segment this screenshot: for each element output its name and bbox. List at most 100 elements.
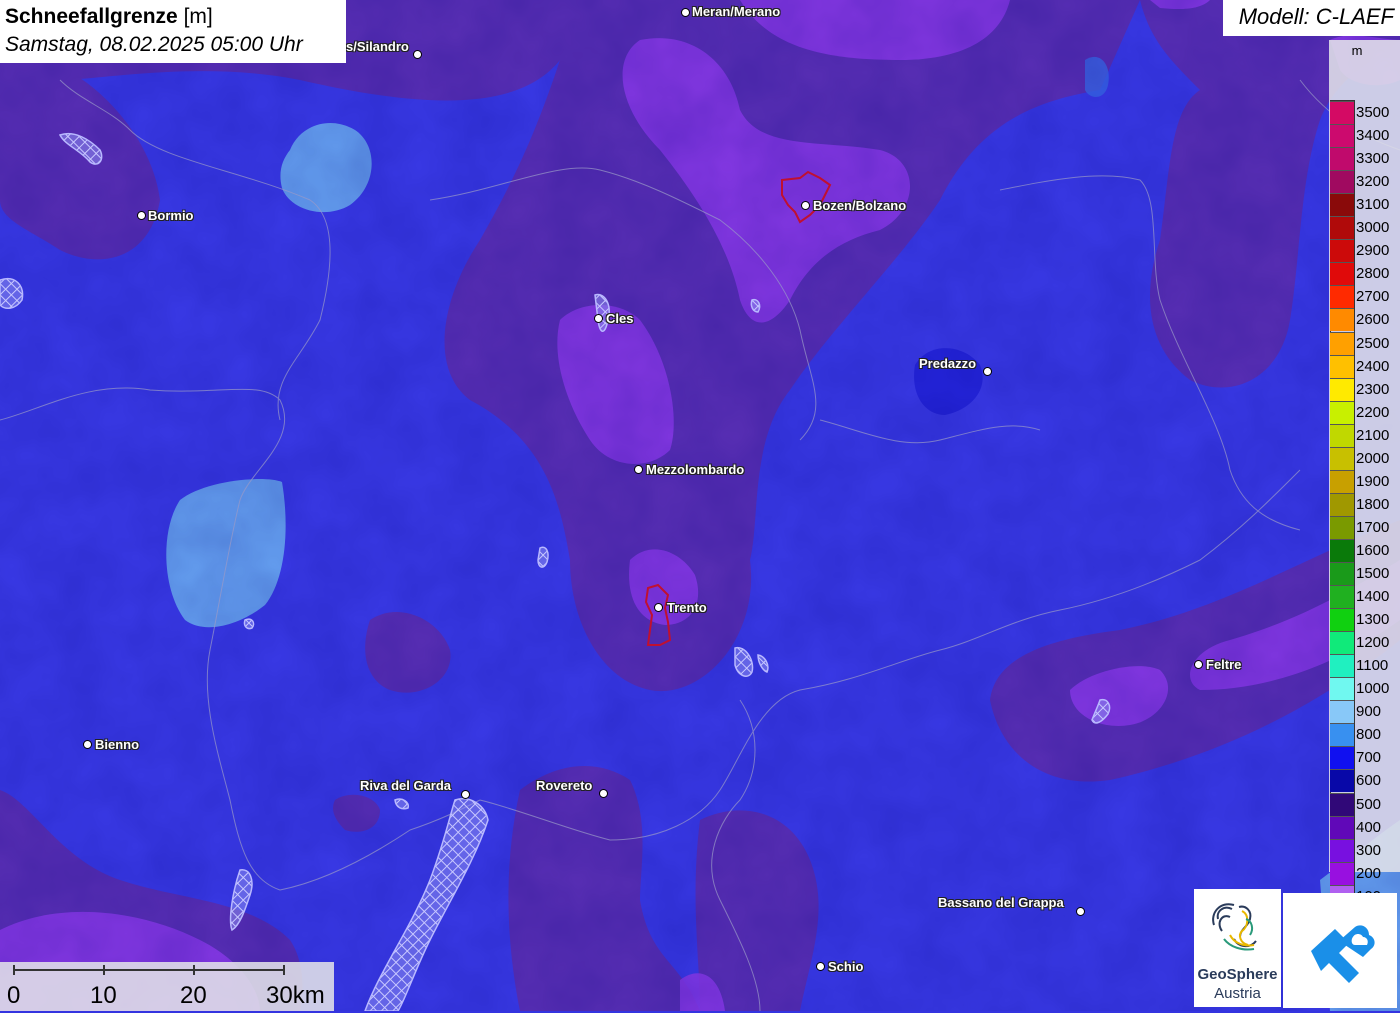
legend-label-1500: 1500 (1356, 565, 1390, 582)
legend-swatch-2600 (1330, 308, 1354, 332)
city-label: Meran/Merano (692, 4, 781, 19)
map-title-box: Schneefallgrenze [m] Samstag, 08.02.2025… (0, 0, 346, 63)
legend-label-1700: 1700 (1356, 518, 1390, 536)
geosphere-emblem-icon (1212, 903, 1257, 951)
legend-swatch-2100 (1330, 423, 1354, 447)
scale-label-10: 10 (90, 982, 117, 1009)
city-dot (983, 367, 992, 376)
legend-label-400: 400 (1356, 818, 1382, 836)
legend-label-2700: 2700 (1356, 288, 1390, 306)
legend-label-3500: 3500 (1356, 104, 1390, 121)
legend-label-2000: 2000 (1356, 449, 1390, 467)
city-dot (83, 740, 92, 749)
legend-swatch-2000 (1330, 446, 1354, 470)
city-dot (1194, 660, 1203, 669)
city-dot (816, 962, 825, 971)
app-logo-icon (1311, 925, 1375, 983)
legend-swatch-3400 (1330, 124, 1354, 148)
scale-label-20: 20 (180, 982, 207, 1009)
city-label: Bormio (148, 208, 194, 223)
city-dot (1076, 907, 1085, 916)
city-dot (137, 211, 146, 220)
lake-small-2 (243, 618, 255, 630)
legend-label-1600: 1600 (1356, 541, 1390, 559)
legend-swatch-500 (1330, 792, 1354, 816)
legend-label-200: 200 (1356, 864, 1382, 882)
city-label: Bassano del Grappa (938, 895, 1064, 910)
legend-label-700: 700 (1356, 749, 1382, 767)
legend-label-3000: 3000 (1356, 219, 1390, 237)
legend-swatch-2800 (1330, 262, 1354, 286)
city-dot (599, 789, 608, 798)
city-label: Mezzolombardo (646, 462, 745, 477)
legend-swatch-1900 (1330, 469, 1354, 493)
legend-label-2600: 2600 (1356, 311, 1390, 329)
lake-west-edge (0, 278, 24, 310)
legend-swatch-2700 (1330, 285, 1354, 309)
city-label: Bienno (95, 737, 140, 752)
legend-swatch-1300 (1330, 608, 1354, 632)
city-label: Trento (667, 600, 707, 615)
lake-small-1 (537, 546, 549, 568)
city-dot (634, 465, 643, 474)
city-label: Predazzo (919, 356, 977, 371)
legend-label-2300: 2300 (1356, 380, 1390, 398)
legend-swatch-3300 (1330, 147, 1354, 171)
legend-label-2100: 2100 (1356, 426, 1390, 444)
geosphere-name: GeoSphere (1197, 966, 1278, 983)
legend-swatch-1200 (1330, 631, 1354, 655)
city-dot (681, 8, 690, 17)
legend-label-3200: 3200 (1356, 173, 1390, 191)
legend-label-2500: 2500 (1356, 334, 1390, 352)
legend-swatch-800 (1330, 723, 1354, 747)
legend-swatch-600 (1330, 769, 1354, 793)
legend-label-1000: 1000 (1356, 680, 1390, 698)
legend-swatch-3000 (1330, 216, 1354, 240)
forecast-datetime: Samstag, 08.02.2025 05:00 Uhr (5, 33, 303, 56)
geosphere-sub: Austria (1214, 985, 1261, 1002)
scale-bar: 0 10 20 30km (0, 962, 334, 1011)
legend-label-600: 600 (1356, 772, 1382, 790)
legend-label-1900: 1900 (1356, 472, 1390, 490)
legend-swatch-1000 (1330, 677, 1354, 701)
scale-label-30km: 30km (266, 982, 325, 1009)
legend-label-2900: 2900 (1356, 242, 1390, 260)
legend-label-300: 300 (1356, 841, 1382, 859)
legend-label-3100: 3100 (1356, 196, 1390, 214)
legend-label-1100: 1100 (1356, 657, 1389, 675)
snowfall-limit-map[interactable] (0, 0, 1400, 1011)
legend-swatch-2400 (1330, 354, 1354, 378)
city-label: Riva del Garda (360, 778, 452, 793)
app-logo[interactable] (1283, 893, 1397, 1008)
legend-swatch-2300 (1330, 377, 1354, 401)
legend-swatch-3200 (1330, 170, 1354, 194)
legend-unit: m (1351, 43, 1363, 58)
city-dot (461, 790, 470, 799)
legend-swatch-1400 (1330, 585, 1354, 609)
city-dot (413, 50, 422, 59)
parameter-name: Schneefallgrenze (5, 5, 178, 28)
city-dot (594, 314, 603, 323)
legend-swatch-700 (1330, 746, 1354, 770)
legend-swatch-1600 (1330, 538, 1354, 562)
city-label: Rovereto (536, 778, 593, 793)
legend-swatch-3500 (1330, 101, 1354, 124)
city-label: s/Silandro (346, 39, 409, 54)
legend-swatch-900 (1330, 700, 1354, 724)
legend-label-1200: 1200 (1356, 634, 1390, 652)
city-dot (801, 201, 810, 210)
legend-label-2800: 2800 (1356, 265, 1390, 283)
legend-label-1300: 1300 (1356, 611, 1390, 629)
city-label: Feltre (1206, 657, 1242, 672)
legend-label-1400: 1400 (1356, 588, 1390, 606)
legend-swatch-1100 (1330, 654, 1354, 678)
legend-swatch-1500 (1330, 562, 1354, 585)
legend-swatch-1700 (1330, 515, 1354, 539)
legend-label-2200: 2200 (1356, 403, 1390, 421)
legend-label-900: 900 (1356, 703, 1382, 721)
geosphere-logo[interactable]: GeoSphere Austria (1194, 889, 1281, 1007)
legend-swatch-1800 (1330, 492, 1354, 516)
city-label: Schio (828, 959, 864, 974)
legend-label-3300: 3300 (1356, 150, 1390, 168)
legend-label-2400: 2400 (1356, 357, 1390, 375)
